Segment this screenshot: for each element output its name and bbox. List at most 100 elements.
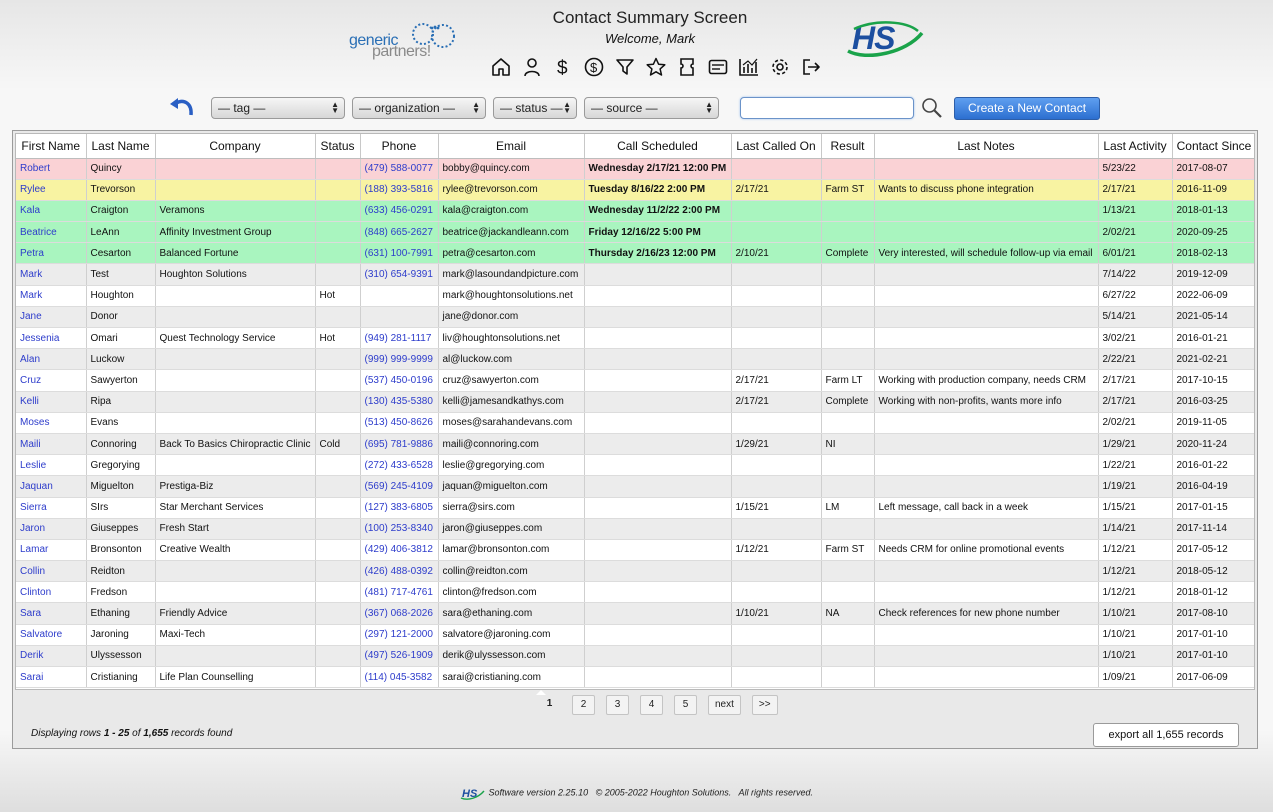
cell-phone[interactable] bbox=[360, 285, 439, 307]
filter-icon[interactable] bbox=[612, 55, 637, 79]
table-row[interactable]: Jane Donor jane@donor.com 5/14/21 2021-05-14 bbox=[16, 306, 1254, 329]
column-header[interactable]: Company bbox=[155, 134, 316, 159]
cell-phone[interactable]: (949) 281-1117 bbox=[360, 327, 439, 350]
undo-back-icon[interactable] bbox=[168, 95, 196, 119]
table-row[interactable]: Collin Reidton (426) 488-0392 collin@reidto… bbox=[16, 560, 1254, 583]
column-header[interactable]: Phone bbox=[360, 134, 439, 159]
cell-phone[interactable]: (297) 121-2000 bbox=[360, 624, 439, 646]
cell-phone[interactable]: (310) 654-9391 bbox=[360, 263, 439, 286]
cell-first[interactable]: Derik bbox=[16, 645, 87, 668]
cell-first[interactable]: Cruz bbox=[16, 369, 87, 392]
search-input[interactable] bbox=[740, 97, 914, 119]
status-select[interactable]: — status — ▲ ▼ bbox=[493, 97, 577, 119]
cell-phone[interactable]: (497) 526-1909 bbox=[360, 645, 439, 668]
table-row[interactable]: Kala Craigton Veramons (633) 456-0291 kala@c… bbox=[16, 200, 1254, 223]
gear-icon[interactable] bbox=[767, 55, 792, 79]
user-icon[interactable] bbox=[519, 55, 544, 79]
table-row[interactable]: Cruz Sawyerton (537) 450-0196 cruz@sawyerto… bbox=[16, 369, 1254, 392]
cell-phone[interactable]: (127) 383-6805 bbox=[360, 497, 439, 519]
cell-first[interactable]: Salvatore bbox=[16, 624, 87, 646]
tag-select[interactable]: — tag — ▲ ▼ bbox=[211, 97, 345, 119]
ticket-icon[interactable] bbox=[674, 55, 699, 79]
page-button[interactable]: 5 bbox=[674, 695, 697, 715]
table-row[interactable]: Jaron Giuseppes Fresh Start (100) 253-8340 j… bbox=[16, 518, 1254, 540]
table-row[interactable]: Sarai Cristianing Life Plan Counselling (11… bbox=[16, 666, 1254, 689]
home-icon[interactable] bbox=[488, 55, 513, 79]
cell-phone[interactable]: (481) 717-4761 bbox=[360, 581, 439, 604]
table-row[interactable]: Kelli Ripa (130) 435-5380 kelli@jamesandkat… bbox=[16, 391, 1254, 413]
table-row[interactable]: Petra Cesarton Balanced Fortune (631) 100-7… bbox=[16, 242, 1254, 265]
cell-first[interactable]: Sara bbox=[16, 602, 87, 625]
table-row[interactable]: Jessenia Omari Quest Technology Service Hot… bbox=[16, 327, 1254, 350]
cell-first[interactable]: Petra bbox=[16, 242, 87, 265]
page-button[interactable]: 4 bbox=[640, 695, 663, 715]
cell-phone[interactable]: (633) 456-0291 bbox=[360, 200, 439, 223]
export-all-button[interactable]: export all 1,655 records bbox=[1093, 723, 1239, 747]
cell-phone[interactable]: (188) 393-5816 bbox=[360, 179, 439, 201]
cell-first[interactable]: Leslie bbox=[16, 454, 87, 477]
cell-phone[interactable]: (695) 781-9886 bbox=[360, 433, 439, 456]
table-row[interactable]: Clinton Fredson (481) 717-4761 clinton@fred… bbox=[16, 581, 1254, 604]
column-header[interactable]: Result bbox=[821, 134, 875, 159]
cell-first[interactable]: Sarai bbox=[16, 666, 87, 689]
table-row[interactable]: Jaquan Miguelton Prestiga-Biz (569) 245-410… bbox=[16, 475, 1254, 498]
cell-first[interactable]: Clinton bbox=[16, 581, 87, 604]
cell-phone[interactable]: (631) 100-7991 bbox=[360, 242, 439, 265]
cell-first[interactable]: Kelli bbox=[16, 391, 87, 413]
cell-first[interactable]: Mark bbox=[16, 263, 87, 286]
chart-icon[interactable] bbox=[736, 55, 761, 79]
cell-phone[interactable]: (272) 433-6528 bbox=[360, 454, 439, 477]
cell-phone[interactable]: (130) 435-5380 bbox=[360, 391, 439, 413]
search-icon[interactable] bbox=[920, 96, 944, 120]
cell-first[interactable]: Kala bbox=[16, 200, 87, 223]
table-row[interactable]: Derik Ulyssesson (497) 526-1909 derik@ulyss… bbox=[16, 645, 1254, 668]
cell-phone[interactable]: (513) 450-8626 bbox=[360, 412, 439, 434]
table-row[interactable]: Alan Luckow (999) 999-9999 al@luckow.com 2/2… bbox=[16, 348, 1254, 371]
column-header[interactable]: Contact Since bbox=[1172, 134, 1254, 159]
page-button[interactable]: 2 bbox=[572, 695, 595, 715]
column-header[interactable]: Last Called On bbox=[731, 134, 822, 159]
cell-phone[interactable]: (999) 999-9999 bbox=[360, 348, 439, 371]
cell-phone[interactable]: (479) 588-0077 bbox=[360, 158, 439, 180]
table-row[interactable]: Sierra SIrs Star Merchant Services (127) 38… bbox=[16, 497, 1254, 519]
cell-first[interactable]: Jessenia bbox=[16, 327, 87, 350]
cell-first[interactable]: Jaquan bbox=[16, 475, 87, 498]
table-row[interactable]: Maili Connoring Back To Basics Chiropracti… bbox=[16, 433, 1254, 456]
dollar-icon[interactable]: $ bbox=[550, 55, 575, 79]
last-page-button[interactable]: >> bbox=[751, 695, 778, 715]
cell-first[interactable]: Lamar bbox=[16, 539, 87, 562]
column-header[interactable]: Last Activity bbox=[1098, 134, 1173, 159]
cell-first[interactable]: Maili bbox=[16, 433, 87, 456]
column-header[interactable]: Last Notes bbox=[874, 134, 1099, 159]
column-header[interactable]: Call Scheduled bbox=[584, 134, 732, 159]
cell-phone[interactable]: (114) 045-3582 bbox=[360, 666, 439, 689]
table-row[interactable]: Salvatore Jaroning Maxi-Tech (297) 121-2000… bbox=[16, 624, 1254, 646]
cell-first[interactable]: Jane bbox=[16, 306, 87, 329]
table-row[interactable]: Lamar Bronsonton Creative Wealth (429) 406-… bbox=[16, 539, 1254, 562]
cell-phone[interactable]: (367) 068-2026 bbox=[360, 602, 439, 625]
table-row[interactable]: Rylee Trevorson (188) 393-5816 rylee@trevor… bbox=[16, 179, 1254, 201]
cell-first[interactable]: Collin bbox=[16, 560, 87, 583]
cell-phone[interactable]: (429) 406-3812 bbox=[360, 539, 439, 562]
refresh-dollar-icon[interactable]: $ bbox=[581, 55, 606, 79]
table-row[interactable]: Sara Ethaning Friendly Advice (367) 068-202… bbox=[16, 602, 1254, 625]
column-header[interactable]: Email bbox=[438, 134, 585, 159]
cell-phone[interactable]: (569) 245-4109 bbox=[360, 475, 439, 498]
column-header[interactable]: First Name bbox=[16, 134, 87, 159]
column-header[interactable]: Status bbox=[315, 134, 361, 159]
cell-first[interactable]: Sierra bbox=[16, 497, 87, 519]
cell-first[interactable]: Beatrice bbox=[16, 221, 87, 244]
table-row[interactable]: Mark Houghton Hot mark@houghtonsolutions.ne… bbox=[16, 285, 1254, 307]
cell-phone[interactable]: (100) 253-8340 bbox=[360, 518, 439, 540]
cell-phone[interactable] bbox=[360, 306, 439, 329]
table-row[interactable]: Mark Test Houghton Solutions (310) 654-9391… bbox=[16, 263, 1254, 286]
cell-first[interactable]: Robert bbox=[16, 158, 87, 180]
cell-first[interactable]: Jaron bbox=[16, 518, 87, 540]
logout-icon[interactable] bbox=[798, 55, 823, 79]
cell-phone[interactable]: (537) 450-0196 bbox=[360, 369, 439, 392]
cell-first[interactable]: Moses bbox=[16, 412, 87, 434]
column-header[interactable]: Last Name bbox=[86, 134, 156, 159]
cell-first[interactable]: Alan bbox=[16, 348, 87, 371]
page-button[interactable]: 3 bbox=[606, 695, 629, 715]
cell-first[interactable]: Mark bbox=[16, 285, 87, 307]
